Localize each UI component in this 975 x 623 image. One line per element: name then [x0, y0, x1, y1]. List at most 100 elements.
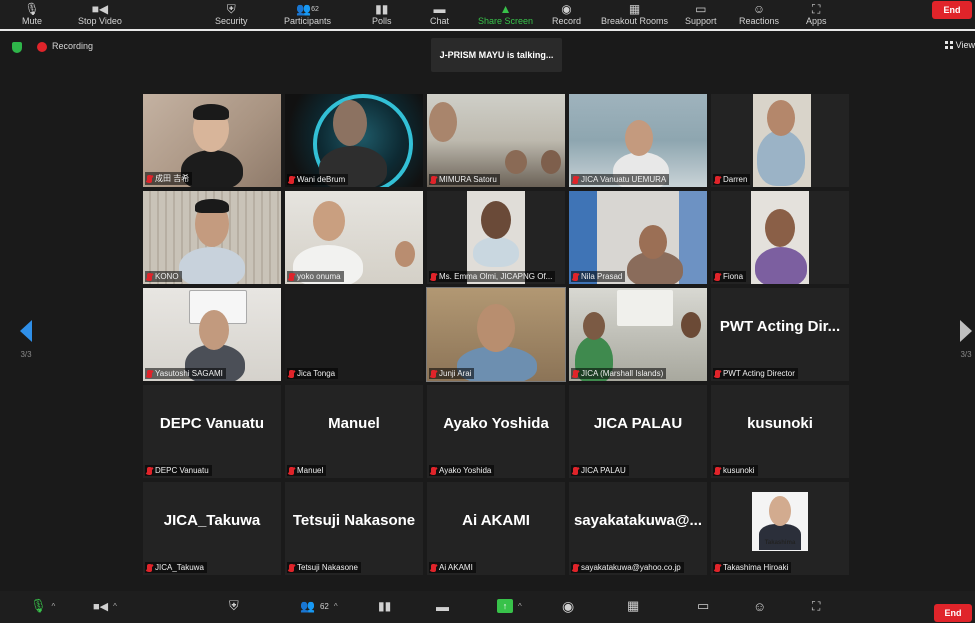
- muted-mic-icon: [715, 369, 720, 378]
- muted-mic-icon: [147, 272, 152, 281]
- participant-tile[interactable]: Wani deBrum: [285, 94, 423, 187]
- participant-tile[interactable]: kusunoki kusunoki: [711, 385, 849, 478]
- status-row: Recording J-PRISM MAYU is talking... Vie…: [0, 36, 975, 72]
- muted-mic-icon: [573, 272, 578, 281]
- participant-tile[interactable]: KONO: [143, 191, 281, 284]
- record-button[interactable]: ◉ Record: [552, 2, 581, 26]
- chevron-up-icon[interactable]: ^: [518, 602, 522, 611]
- chevron-up-icon[interactable]: ^: [334, 602, 338, 611]
- chat-button[interactable]: ▬: [436, 595, 449, 617]
- microphone-icon: 🎙: [30, 598, 47, 613]
- mute-button[interactable]: 🎙 Mute: [22, 2, 42, 26]
- participant-tile[interactable]: JICA_Takuwa JICA_Takuwa: [143, 482, 281, 575]
- security-shield-icon[interactable]: [12, 42, 22, 53]
- chat-icon: ▬: [436, 598, 449, 614]
- participant-tile[interactable]: Ai AKAMI Ai AKAMI: [427, 482, 565, 575]
- share-screen-button[interactable]: ↑ ^: [497, 595, 522, 617]
- participant-tile[interactable]: Junji Arai: [426, 287, 566, 382]
- security-button[interactable]: ⛨: [229, 595, 239, 617]
- muted-mic-icon: [715, 466, 720, 475]
- participant-tile[interactable]: JICA Vanuatu UEMURA: [569, 94, 707, 187]
- participant-tile[interactable]: Takashima Takashima Hiroaki: [711, 482, 849, 575]
- participant-tile[interactable]: Yasutoshi SAGAMI: [143, 288, 281, 381]
- apps-button[interactable]: ⛶: [812, 595, 820, 617]
- participants-button[interactable]: 👥 62 Participants: [284, 2, 331, 26]
- view-button[interactable]: View: [944, 40, 975, 50]
- participant-tile[interactable]: Ms. Emma Olmi, JICAPNG Of...: [427, 191, 565, 284]
- participant-name-label: Ai AKAMI: [429, 562, 476, 573]
- participant-tile[interactable]: JICA (Marshall Islands): [569, 288, 707, 381]
- apps-button[interactable]: ⛶ Apps: [806, 2, 827, 27]
- participant-name-label: Junji Arai: [429, 368, 475, 379]
- end-button[interactable]: End: [934, 604, 972, 622]
- video-camera-icon: ■◀: [93, 600, 109, 613]
- participant-display-name: Tetsuji Nakasone: [292, 512, 416, 529]
- participant-hair: [193, 104, 229, 120]
- mute-button[interactable]: 🎙 ^: [30, 595, 55, 617]
- participant-tile[interactable]: PWT Acting Dir... PWT Acting Director: [711, 288, 849, 381]
- participant-tile[interactable]: Tetsuji Nakasone Tetsuji Nakasone: [285, 482, 423, 575]
- polls-button[interactable]: ▮▮ Polls: [372, 2, 392, 26]
- recording-label: Recording: [52, 41, 94, 51]
- participant-name-label: Wani deBrum: [287, 174, 349, 185]
- chevron-up-icon[interactable]: ^: [113, 602, 117, 611]
- participant-tile[interactable]: MIMURA Satoru: [427, 94, 565, 187]
- participant-tile[interactable]: Ayako Yoshida Ayako Yoshida: [427, 385, 565, 478]
- participant-tile[interactable]: Fiona: [711, 191, 849, 284]
- muted-mic-icon: [715, 175, 720, 184]
- end-button[interactable]: End: [932, 1, 972, 19]
- participant-face: [765, 209, 795, 247]
- gallery-grid: 成田 吉希 Wani deBrum MIMURA Satoru JICA Van…: [143, 94, 849, 578]
- stop-video-button[interactable]: ■◀ ^: [93, 595, 117, 617]
- support-button[interactable]: ▭: [697, 595, 709, 617]
- zoom-meeting-window: 🎙 Mute ■◀ Stop Video ⛨ Security 👥 62 Part…: [0, 0, 975, 623]
- participant-tile[interactable]: Darren: [711, 94, 849, 187]
- participant-name-label: PWT Acting Director: [713, 368, 798, 379]
- reactions-icon: ☺: [752, 2, 766, 16]
- share-screen-button[interactable]: ▲ Share Screen: [478, 2, 533, 26]
- participant-face: [313, 201, 345, 241]
- participants-button[interactable]: 👥 62 ^: [300, 595, 338, 617]
- chevron-left-icon: [20, 320, 32, 342]
- participant-tile[interactable]: Nila Prasad: [569, 191, 707, 284]
- participants-count: 62: [319, 601, 329, 611]
- chat-button[interactable]: ▬ Chat: [430, 2, 449, 26]
- next-page-button[interactable]: 3/3: [956, 320, 975, 359]
- record-icon: ◉: [561, 2, 572, 16]
- polls-button[interactable]: ▮▮: [378, 595, 391, 617]
- microphone-icon: 🎙: [24, 2, 40, 16]
- muted-mic-icon: [289, 272, 294, 281]
- chat-icon: ▬: [433, 2, 446, 16]
- participants-count: 62: [311, 5, 319, 13]
- participant-body: [473, 237, 519, 267]
- participant-name-label: kusunoki: [713, 465, 758, 476]
- breakout-rooms-button[interactable]: ▦ Breakout Rooms: [601, 2, 668, 26]
- participant-tile[interactable]: DEPC Vanuatu DEPC Vanuatu: [143, 385, 281, 478]
- participant-name-label: JICA (Marshall Islands): [571, 368, 667, 379]
- participant-tile[interactable]: Manuel Manuel: [285, 385, 423, 478]
- participant-name-label: yoko onuma: [287, 271, 344, 282]
- muted-mic-icon: [289, 175, 294, 184]
- muted-mic-icon: [431, 466, 436, 475]
- apps-icon: ⛶: [812, 598, 821, 613]
- muted-mic-icon: [289, 563, 294, 572]
- stop-video-button[interactable]: ■◀ Stop Video: [78, 2, 122, 26]
- participant-tile[interactable]: JICA PALAU JICA PALAU: [569, 385, 707, 478]
- reactions-button[interactable]: ☺: [753, 595, 766, 617]
- participant-tile[interactable]: Jica Tonga: [285, 288, 423, 381]
- muted-mic-icon: [147, 563, 152, 572]
- chevron-up-icon[interactable]: ^: [52, 602, 56, 611]
- breakout-rooms-button[interactable]: ▦: [627, 595, 639, 617]
- participant-tile[interactable]: 成田 吉希: [143, 94, 281, 187]
- participant-tile[interactable]: sayakatakuwa@... sayakatakuwa@yahoo.co.j…: [569, 482, 707, 575]
- participant-face: [199, 310, 229, 350]
- reactions-button[interactable]: ☺ Reactions: [739, 2, 779, 26]
- previous-page-button[interactable]: 3/3: [16, 320, 36, 359]
- support-button[interactable]: ▭ Support: [685, 2, 717, 26]
- participant-name-label: DEPC Vanuatu: [145, 465, 212, 476]
- participant-face: [769, 496, 791, 526]
- muted-mic-icon: [573, 369, 578, 378]
- security-button[interactable]: ⛨ Security: [215, 2, 248, 27]
- record-button[interactable]: ◉: [562, 595, 574, 617]
- participant-tile[interactable]: yoko onuma: [285, 191, 423, 284]
